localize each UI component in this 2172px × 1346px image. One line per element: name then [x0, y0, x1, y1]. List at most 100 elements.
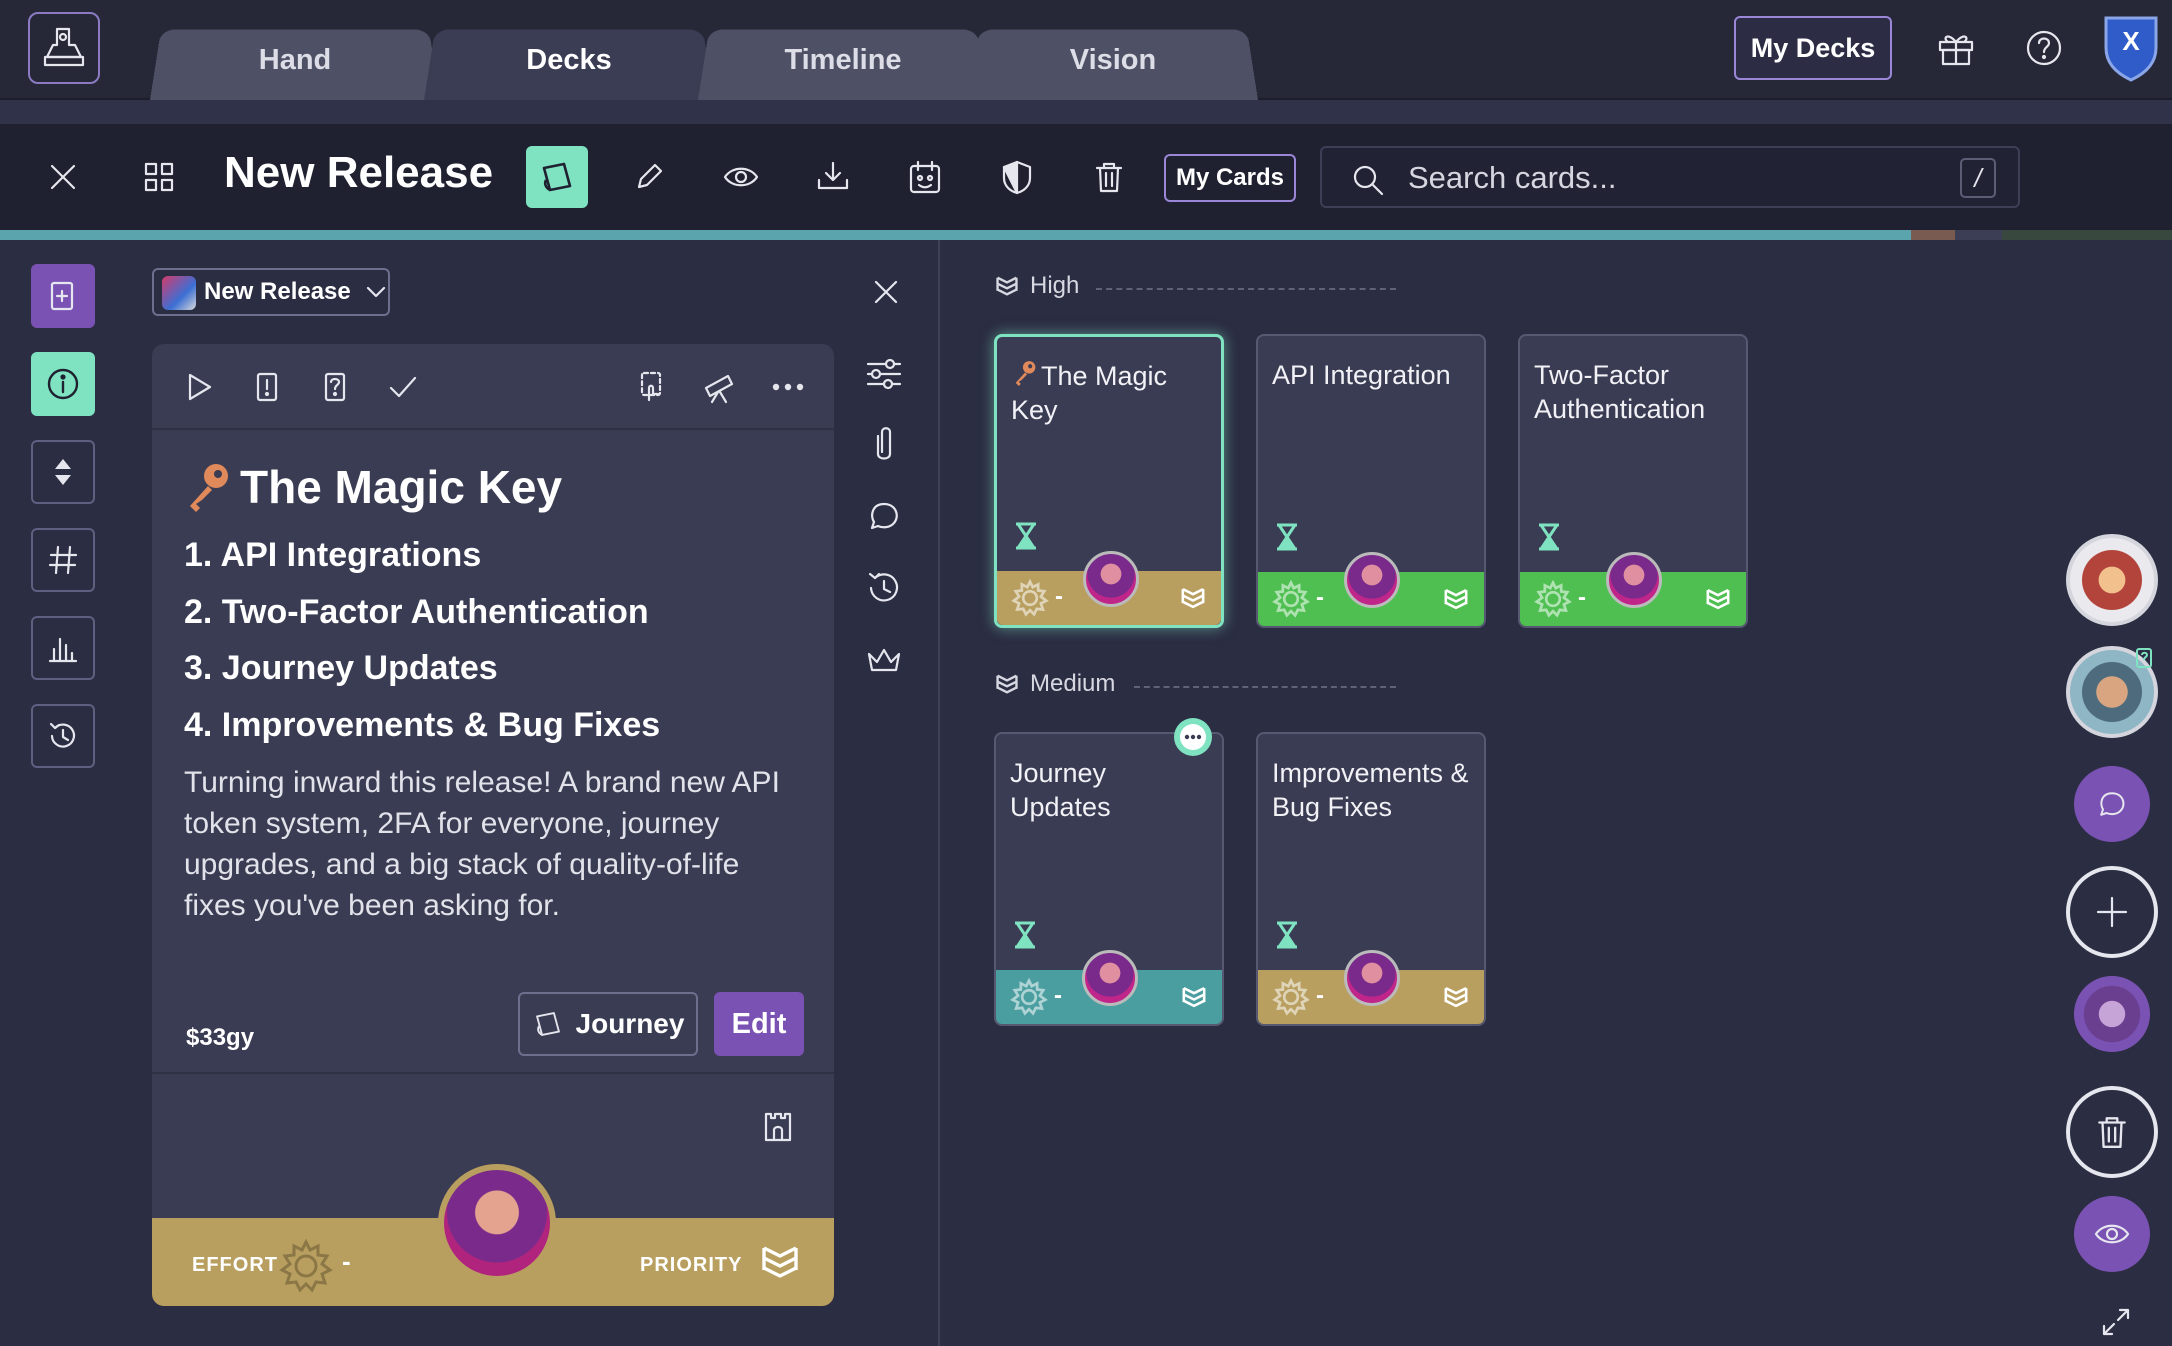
priority-chevrons-icon — [1180, 983, 1208, 1011]
progress-tail — [2002, 230, 2172, 240]
effort-value: - — [342, 1246, 351, 1276]
feature-item: 2. Two-Factor Authentication — [184, 593, 649, 631]
lane-title: Medium — [1030, 670, 1116, 697]
tab-label: Hand — [258, 43, 332, 76]
gift-icon[interactable] — [1934, 26, 1978, 70]
tab-timeline[interactable]: Timeline — [698, 20, 988, 100]
card-detail-panel: The Magic Key 1. API Integrations 2. Two… — [152, 344, 834, 1306]
card-title: The Magic Key — [240, 461, 563, 513]
sort-button[interactable] — [31, 440, 95, 504]
calendar-face-icon[interactable] — [894, 146, 956, 208]
checkmark-icon[interactable] — [386, 370, 420, 404]
my-decks-button[interactable]: My Decks — [1734, 16, 1892, 80]
eye-icon[interactable] — [710, 146, 772, 208]
feature-item: 1. API Integrations — [184, 536, 482, 574]
shield-icon[interactable] — [986, 146, 1048, 208]
search-input[interactable] — [1408, 156, 1928, 200]
bar-chart-icon[interactable] — [31, 616, 95, 680]
key-icon — [1011, 359, 1039, 387]
tab-vision[interactable]: Vision — [968, 20, 1258, 100]
card-owner-avatar[interactable] — [438, 1164, 556, 1282]
tab-decks[interactable]: Decks — [424, 20, 714, 100]
journey-button[interactable]: Journey — [518, 992, 698, 1056]
edit-button[interactable]: Edit — [714, 992, 804, 1056]
crown-icon[interactable] — [864, 640, 904, 680]
sliders-icon[interactable] — [864, 354, 904, 394]
priority-chevrons-icon — [1442, 585, 1470, 613]
deck-selector[interactable]: New Release — [152, 268, 390, 316]
priority-chevrons-icon — [1179, 584, 1207, 612]
add-card-button[interactable] — [31, 264, 95, 328]
telescope-icon[interactable] — [702, 370, 738, 404]
help-icon[interactable] — [2022, 26, 2066, 70]
deck-selector-label: New Release — [204, 278, 351, 305]
deck-card[interactable]: The Magic Key - — [994, 334, 1224, 628]
profile-badge-letter: X — [2122, 26, 2140, 56]
tab-hand[interactable]: Hand — [150, 20, 440, 100]
card-effort-value: - — [1316, 584, 1324, 611]
effort-gear-icon — [1272, 580, 1310, 618]
close-icon[interactable] — [46, 160, 80, 194]
effort-gear-icon[interactable] — [278, 1238, 334, 1294]
deck-card[interactable]: Journey Updates - — [994, 718, 1224, 1026]
card-effort-value: - — [1055, 583, 1063, 610]
discard-button[interactable] — [2066, 1086, 2158, 1178]
card-owner-avatar — [1344, 950, 1400, 1006]
deck-card[interactable]: API Integration - — [1256, 334, 1486, 628]
history-icon[interactable] — [864, 568, 904, 608]
grid-view-icon[interactable] — [142, 160, 176, 194]
search-icon — [1350, 162, 1386, 198]
comment-icon[interactable] — [864, 496, 904, 536]
hashtag-icon[interactable] — [31, 528, 95, 592]
card-alert-icon[interactable] — [250, 370, 284, 404]
priority-chevrons-icon — [994, 273, 1020, 299]
effort-gear-icon — [1011, 579, 1049, 617]
card-name: API Integration — [1272, 358, 1472, 392]
info-button[interactable] — [31, 352, 95, 416]
download-tray-icon[interactable] — [802, 146, 864, 208]
history-icon[interactable] — [31, 704, 95, 768]
progress-marker — [1910, 230, 1955, 240]
collaborator-avatar[interactable] — [2066, 534, 2158, 626]
progress-fill — [0, 230, 1955, 240]
card-name-text: Improvements & Bug Fixes — [1272, 758, 1469, 822]
profile-shield-badge[interactable]: X — [2102, 12, 2160, 82]
lane-divider — [1096, 288, 1396, 290]
card-owner-avatar — [1344, 552, 1400, 608]
my-cards-button[interactable]: My Cards — [1164, 154, 1296, 202]
castle-icon[interactable] — [762, 1108, 794, 1142]
trash-icon[interactable] — [1078, 146, 1140, 208]
visibility-button[interactable] — [2074, 1196, 2150, 1272]
close-panel-icon[interactable] — [870, 276, 902, 308]
card-description: Turning inward this release! A brand new… — [184, 766, 780, 922]
card-question-icon[interactable] — [318, 370, 352, 404]
lane-divider — [1134, 686, 1396, 688]
deck-card[interactable]: Two-Factor Authentication - — [1518, 334, 1748, 628]
deck-progress-bar — [0, 230, 2172, 240]
effort-label: EFFORT — [192, 1254, 278, 1276]
hourglass-icon — [1013, 521, 1039, 551]
journey-tool-button[interactable] — [526, 146, 588, 208]
paperclip-icon[interactable] — [864, 424, 904, 464]
card-name-text: Two-Factor Authentication — [1534, 360, 1706, 424]
feature-item: 3. Journey Updates — [184, 649, 498, 687]
expand-icon[interactable] — [2100, 1306, 2132, 1338]
deck-card[interactable]: Improvements & Bug Fixes - — [1256, 732, 1486, 1026]
card-cost: $33gy — [186, 1024, 255, 1051]
card-name: Two-Factor Authentication — [1534, 358, 1734, 426]
card-touch-icon[interactable] — [634, 370, 668, 404]
lane-label: Medium — [994, 670, 1115, 698]
lane-label: High — [994, 272, 1079, 300]
user-avatar[interactable] — [2074, 976, 2150, 1052]
chat-button[interactable] — [2074, 766, 2150, 842]
play-icon[interactable] — [182, 370, 216, 404]
comment-bubble-icon[interactable] — [1172, 716, 1214, 758]
panel-divider — [152, 1072, 834, 1074]
card-name: Improvements & Bug Fixes — [1272, 756, 1472, 824]
add-button[interactable] — [2066, 866, 2158, 958]
more-icon[interactable] — [770, 370, 806, 404]
priority-chevrons-icon[interactable] — [758, 1240, 802, 1284]
pencil-icon[interactable] — [618, 146, 680, 208]
tab-label: Decks — [526, 43, 612, 76]
card-owner-avatar — [1082, 950, 1138, 1006]
